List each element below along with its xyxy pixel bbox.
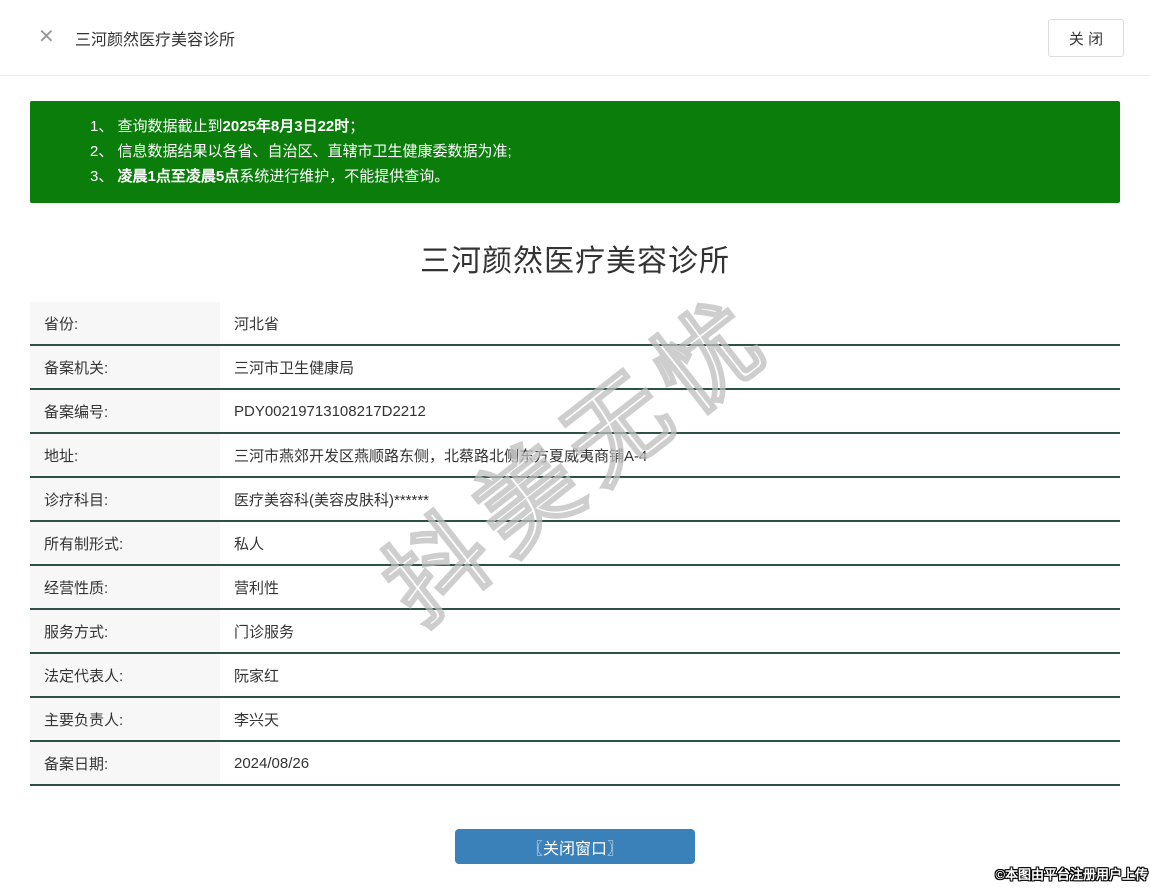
row-value: 三河市燕郊开发区燕顺路东侧，北蔡路北侧东方夏威夷商铺A-4 [220,434,1120,476]
row-label: 所有制形式: [30,522,220,564]
table-row: 所有制形式: 私人 [30,522,1120,566]
row-label: 服务方式: [30,610,220,652]
upload-credit: ©本图由平台注册用户上传 [995,867,1148,882]
notice-line: 1、 查询数据截止到2025年8月3日22时； [90,118,365,135]
window-header: ✕ 三河颜然医疗美容诊所 关 闭 [0,0,1150,76]
row-value: 门诊服务 [220,610,1120,652]
row-label: 法定代表人: [30,654,220,696]
table-row: 备案日期: 2024/08/26 [30,742,1120,786]
notice-banner: 1、 查询数据截止到2025年8月3日22时； 2、 信息数据结果以各省、自治区、… [30,101,1120,203]
row-value: 私人 [220,522,1120,564]
row-label: 备案日期: [30,742,220,784]
row-label: 备案机关: [30,346,220,388]
notice-line: 2、 信息数据结果以各省、自治区、直辖市卫生健康委数据为准; [90,143,512,160]
window-title: 三河颜然医疗美容诊所 [75,31,236,49]
row-value: 李兴天 [220,698,1120,740]
page-title: 三河颜然医疗美容诊所 [420,245,730,278]
table-row: 法定代表人: 阮家红 [30,654,1120,698]
row-label: 省份: [30,302,220,344]
table-row: 备案机关: 三河市卫生健康局 [30,346,1120,390]
table-row: 备案编号: PDY00219713108217D2212 [30,390,1120,434]
row-value: 三河市卫生健康局 [220,346,1120,388]
row-value: PDY00219713108217D2212 [220,390,1120,432]
row-value: 营利性 [220,566,1120,608]
close-window-button[interactable]: 〖关闭窗口〗 [455,829,695,864]
notice-line: 3、 凌晨1点至凌晨5点系统进行维护，不能提供查询。 [90,168,450,185]
row-label: 地址: [30,434,220,476]
row-label: 经营性质: [30,566,220,608]
table-row: 服务方式: 门诊服务 [30,610,1120,654]
close-button[interactable]: 关 闭 [1048,19,1124,57]
close-icon[interactable]: ✕ [38,27,55,47]
table-row: 经营性质: 营利性 [30,566,1120,610]
row-label: 主要负责人: [30,698,220,740]
row-value: 河北省 [220,302,1120,344]
row-value: 阮家红 [220,654,1120,696]
row-value: 医疗美容科(美容皮肤科)****** [220,478,1120,520]
row-value: 2024/08/26 [220,742,1120,784]
table-row: 诊疗科目: 医疗美容科(美容皮肤科)****** [30,478,1120,522]
table-row: 地址: 三河市燕郊开发区燕顺路东侧，北蔡路北侧东方夏威夷商铺A-4 [30,434,1120,478]
table-row: 省份: 河北省 [30,302,1120,346]
row-label: 备案编号: [30,390,220,432]
row-label: 诊疗科目: [30,478,220,520]
info-table: 省份: 河北省 备案机关: 三河市卫生健康局 备案编号: PDY0021971310821… [30,302,1120,786]
table-row: 主要负责人: 李兴天 [30,698,1120,742]
